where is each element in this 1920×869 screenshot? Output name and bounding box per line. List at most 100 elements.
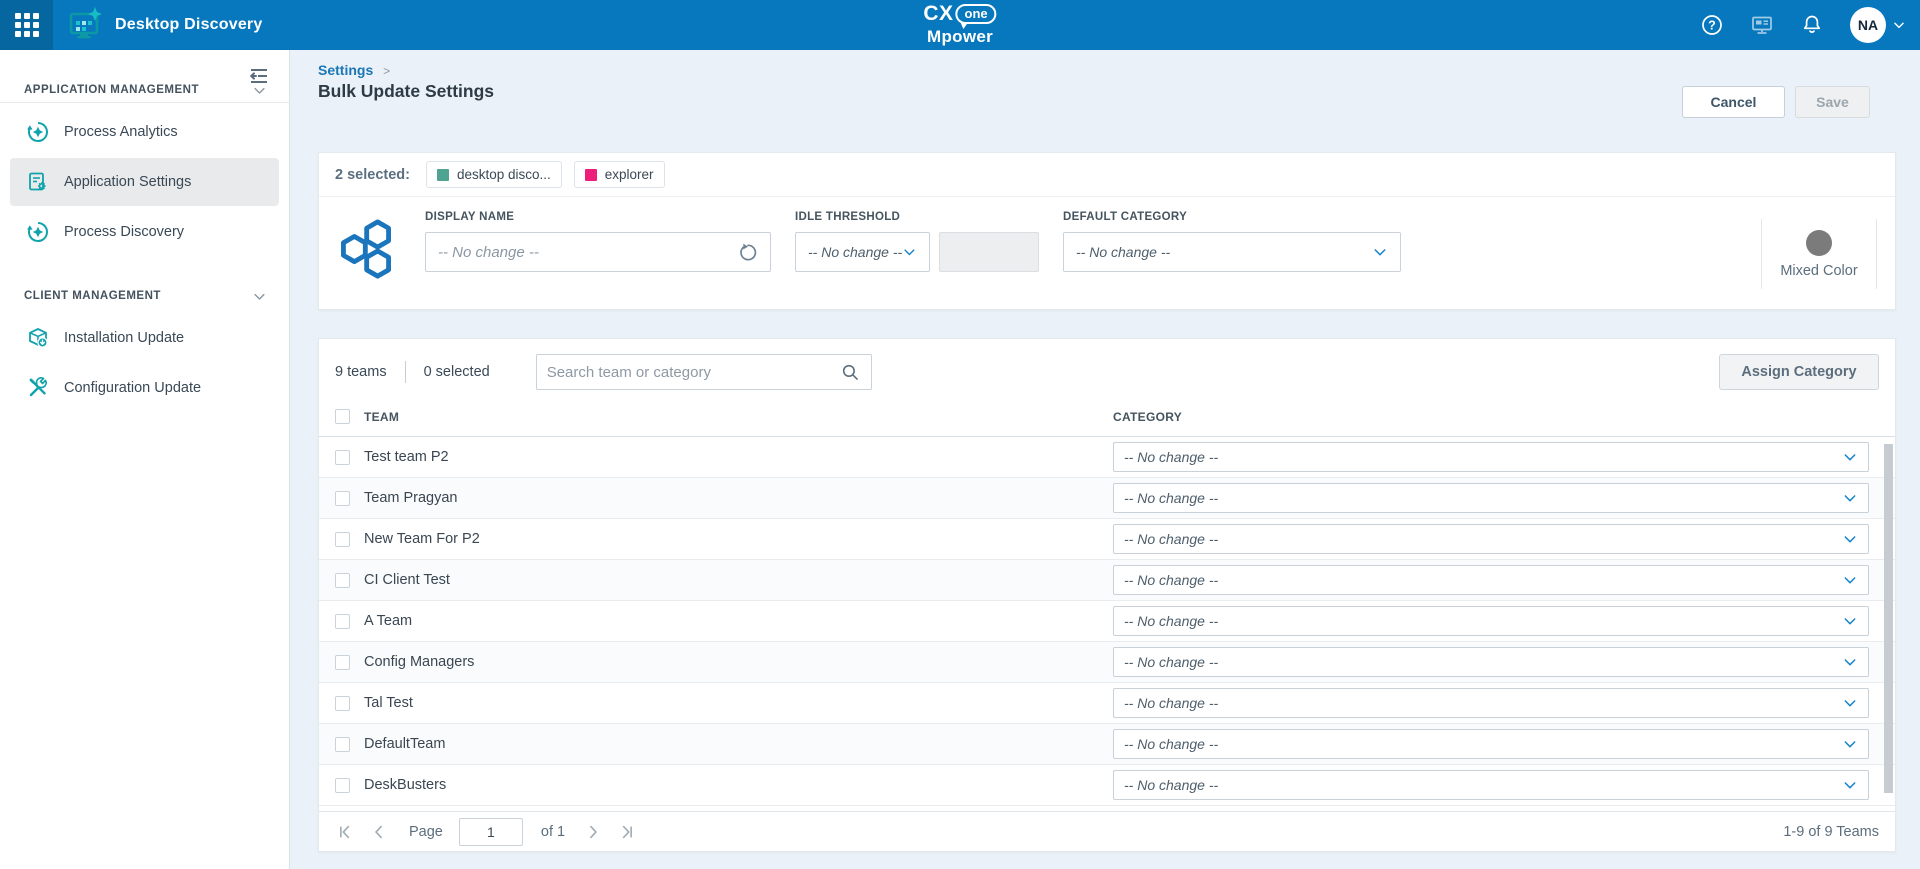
next-page-icon[interactable] [583,822,603,842]
selected-app-chip[interactable]: desktop disco... [426,161,562,188]
row-category-select[interactable]: -- No change -- [1113,565,1869,595]
chevron-down-icon [1842,572,1858,588]
row-checkbox[interactable] [335,778,350,793]
row-category-value: -- No change -- [1124,777,1218,793]
chevron-down-icon [902,244,917,260]
idle-threshold-select[interactable]: -- No change -- [795,232,930,272]
search-input[interactable] [547,364,840,381]
process-analytics-icon [26,120,50,144]
chevron-down-icon [1842,490,1858,506]
teams-count: 9 teams [335,364,387,380]
results-range-label: 1-9 of 9 Teams [1783,824,1879,840]
row-category-select[interactable]: -- No change -- [1113,483,1869,513]
cancel-button[interactable]: Cancel [1682,86,1785,118]
breadcrumb-settings-link[interactable]: Settings [318,62,373,78]
row-checkbox[interactable] [335,655,350,670]
chevron-down-icon [1842,736,1858,752]
sidebar-item-application-settings[interactable]: Application Settings [10,158,279,206]
default-category-select[interactable]: -- No change -- [1063,232,1401,272]
row-checkbox[interactable] [335,696,350,711]
page-label: Page [409,824,443,840]
sidebar-item-process-discovery[interactable]: Process Discovery [10,208,279,256]
page-title: Bulk Update Settings [318,81,494,102]
row-checkbox[interactable] [335,491,350,506]
row-checkbox[interactable] [335,614,350,629]
table-row: A Team -- No change -- [319,601,1895,642]
row-checkbox[interactable] [335,532,350,547]
table-row: CI Client Test -- No change -- [319,560,1895,601]
table-row: Tal Test -- No change -- [319,683,1895,724]
default-category-label: DEFAULT CATEGORY [1063,211,1401,223]
table-row: Team Pragyan -- No change -- [319,478,1895,519]
sidebar-item-process-analytics[interactable]: Process Analytics [10,108,279,156]
idle-threshold-field: IDLE THRESHOLD -- No change -- [795,211,1039,281]
bulk-form: DISPLAY NAME IDLE THRESHOLD -- No chan [319,197,1895,281]
screen-share-icon[interactable] [1750,13,1774,37]
chevron-down-icon [1842,613,1858,629]
sidebar-item-configuration-update[interactable]: Configuration Update [10,364,279,412]
row-category-select[interactable]: -- No change -- [1113,606,1869,636]
team-name: CI Client Test [364,572,450,588]
row-category-select[interactable]: -- No change -- [1113,729,1869,759]
main-content: Settings > Bulk Update Settings Cancel S… [290,50,1920,869]
idle-threshold-value-input [939,232,1039,272]
column-header-category: CATEGORY [1113,410,1182,424]
row-category-select[interactable]: -- No change -- [1113,524,1869,554]
one-speech-bubble: one [956,4,997,24]
table-header: TEAM CATEGORY [319,397,1895,437]
select-all-checkbox[interactable] [335,409,350,424]
sidebar-item-label: Application Settings [64,174,191,190]
sidebar-item-label: Process Discovery [64,224,184,240]
scrollbar-thumb[interactable] [1884,444,1893,793]
process-discovery-icon [26,220,50,244]
row-checkbox[interactable] [335,450,350,465]
table-scrollbar [1884,439,1893,807]
previous-page-icon[interactable] [369,822,389,842]
row-checkbox[interactable] [335,737,350,752]
page-number-input[interactable] [459,818,523,846]
reset-icon[interactable] [737,242,758,263]
assign-category-button[interactable]: Assign Category [1719,354,1879,390]
row-category-select[interactable]: -- No change -- [1113,647,1869,677]
svg-text:?: ? [1708,19,1716,33]
row-category-select[interactable]: -- No change -- [1113,442,1869,472]
row-category-select[interactable]: -- No change -- [1113,688,1869,718]
app-color-swatch [437,169,449,181]
mixed-color-swatch[interactable] [1806,230,1832,256]
table-row: Test team P2 -- No change -- [319,437,1895,478]
help-icon[interactable]: ? [1700,13,1724,37]
chevron-down-icon [252,289,267,304]
app-launcher-button[interactable] [0,0,53,50]
first-page-icon[interactable] [335,822,355,842]
save-button[interactable]: Save [1795,86,1870,118]
section-client-management[interactable]: CLIENT MANAGEMENT [0,286,289,306]
display-name-input[interactable] [438,244,737,261]
sidebar-item-label: Installation Update [64,330,184,346]
section-application-management[interactable]: APPLICATION MANAGEMENT [0,80,289,100]
chevron-down-icon [1372,244,1388,260]
user-menu[interactable]: NA [1850,7,1906,43]
team-rows: Test team P2 -- No change -- Team Pragya… [319,437,1895,806]
sidebar-item-label: Configuration Update [64,380,201,396]
collapse-sidebar-icon[interactable] [247,64,271,88]
sidebar: APPLICATION MANAGEMENT Process Analytics [0,50,290,869]
display-name-label: DISPLAY NAME [425,211,771,223]
table-row: New Team For P2 -- No change -- [319,519,1895,560]
team-name: New Team For P2 [364,531,480,547]
mixed-color-section: Mixed Color [1761,219,1877,289]
app-title: Desktop Discovery [115,16,262,34]
last-page-icon[interactable] [617,822,637,842]
row-category-value: -- No change -- [1124,490,1218,506]
display-name-field: DISPLAY NAME [425,211,771,281]
team-name: Team Pragyan [364,490,458,506]
sidebar-item-installation-update[interactable]: Installation Update [10,314,279,362]
row-category-select[interactable]: -- No change -- [1113,770,1869,800]
notifications-bell-icon[interactable] [1800,13,1824,37]
team-name: Config Managers [364,654,474,670]
default-category-field: DEFAULT CATEGORY -- No change -- [1063,211,1401,281]
table-row: DeskBusters -- No change -- [319,765,1895,806]
selection-row: 2 selected: desktop disco... explorer [319,153,1895,197]
selected-app-chip[interactable]: explorer [574,161,665,188]
search-icon[interactable] [840,362,861,383]
row-checkbox[interactable] [335,573,350,588]
